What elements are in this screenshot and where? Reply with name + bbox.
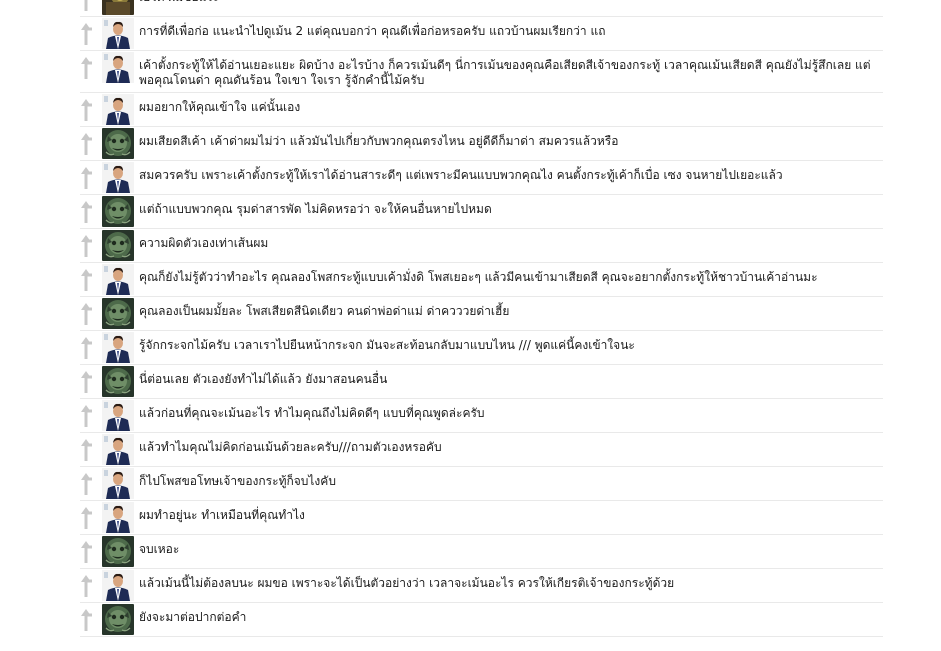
comment-text: จบเหอะ [139,542,180,556]
reply-arrow-icon[interactable] [80,198,98,224]
comment-text: ก็ไปโพสขอโทษเจ้าของกระทู้ก็จบไงคับ [139,474,336,488]
reply-arrow-icon[interactable] [80,368,98,394]
comment-row: การที่ดีเพื่อก่อ แนะนำไปดูเม้น 2 แต่คุณบ… [80,17,883,51]
avatar[interactable] [102,604,134,635]
comment-row: แล้วทำไมคุณไม่คิดก่อนเม้นด้วยละครับ///ถา… [80,433,883,467]
reply-arrow-icon[interactable] [80,606,98,632]
avatar[interactable] [102,196,134,227]
comment-text: ความผิดตัวเองเท่าเส้นผม [139,236,269,250]
avatar[interactable] [102,366,134,397]
comment-row: ผมเสียดสีเค้า เค้าด่าผมไม่ว่า แล้วมันไปเ… [80,127,883,161]
avatar[interactable] [102,332,134,363]
avatar[interactable] [102,264,134,295]
avatar[interactable] [102,468,134,499]
comment-text: คุณลองเป็นผมมั้ยละ โพสเสียดสีนิดเดียว คน… [139,304,510,318]
comment-text: แล้วเม้นนี้ไม่ต้องลบนะ ผมขอ เพราะจะได้เป… [139,576,675,590]
comment-row: รู้จักกระจกไม้ครับ เวลาเราไปยืนหน้ากระจก… [80,331,883,365]
comment-row: ผมทำอยู่นะ ทำเหมือนที่คุณทำไง [80,501,883,535]
reply-arrow-icon[interactable] [80,538,98,564]
comment-text: เค้าตั้งกระทู้ให้ได้อ่านเยอะแยะ ผิดบ้าง … [139,58,871,87]
comment-text: รู้จักกระจกไม้ครับ เวลาเราไปยืนหน้ากระจก… [139,338,635,352]
comment-row: ยังจะมาต่อปากต่อคำ [80,603,883,637]
comment-text: คุณก็ยังไม่รู้ตัวว่าทำอะไร คุณลองโพสกระท… [139,270,818,284]
reply-arrow-icon[interactable] [80,572,98,598]
avatar[interactable] [102,434,134,465]
comment-text: แล้วก่อนที่คุณจะเม้นอะไร ทำไมคุณถึงไม่คิ… [139,406,485,420]
comment-text: เอโต้ ผมขอแระ [139,0,879,5]
comment-row: แต่ถ้าแบบพวกคุณ รุมด่าสารพัด ไม่คิดหรอว่… [80,195,883,229]
comment-row: แล้วก่อนที่คุณจะเม้นอะไร ทำไมคุณถึงไม่คิ… [80,399,883,433]
reply-arrow-icon[interactable] [80,54,98,80]
comment-text: การที่ดีเพื่อก่อ แนะนำไปดูเม้น 2 แต่คุณบ… [139,24,606,38]
reply-arrow-icon[interactable] [80,0,98,12]
reply-arrow-icon[interactable] [80,130,98,156]
reply-arrow-icon[interactable] [80,300,98,326]
avatar[interactable] [102,536,134,567]
reply-arrow-icon[interactable] [80,402,98,428]
reply-arrow-icon[interactable] [80,266,98,292]
avatar[interactable] [102,570,134,601]
comment-text: นี่ต่อนเลย ตัวเองยังทำไม่ได้แล้ว ยังมาสอ… [139,372,388,386]
avatar[interactable] [102,298,134,329]
comment-row: ความผิดตัวเองเท่าเส้นผม [80,229,883,263]
reply-arrow-icon[interactable] [80,96,98,122]
avatar[interactable] [102,502,134,533]
comment-thread: เอโต้ ผมขอแระการที่ดีเพื่อก่อ แนะนำไปดูเ… [80,0,883,637]
comment-text: แล้วทำไมคุณไม่คิดก่อนเม้นด้วยละครับ///ถา… [139,440,442,454]
avatar[interactable] [102,400,134,431]
reply-arrow-icon[interactable] [80,470,98,496]
reply-arrow-icon[interactable] [80,436,98,462]
comment-row: คุณก็ยังไม่รู้ตัวว่าทำอะไร คุณลองโพสกระท… [80,263,883,297]
comment-text: ผมอยากให้คุณเข้าใจ แค่นั้นเอง [139,100,301,114]
comment-row: เอโต้ ผมขอแระ [80,0,883,17]
comment-row: ผมอยากให้คุณเข้าใจ แค่นั้นเอง [80,93,883,127]
comment-text: ผมเสียดสีเค้า เค้าด่าผมไม่ว่า แล้วมันไปเ… [139,134,619,148]
comment-row: จบเหอะ [80,535,883,569]
avatar[interactable] [102,52,134,83]
avatar[interactable] [102,128,134,159]
avatar[interactable] [102,0,134,15]
reply-arrow-icon[interactable] [80,164,98,190]
comment-row: นี่ต่อนเลย ตัวเองยังทำไม่ได้แล้ว ยังมาสอ… [80,365,883,399]
comment-row: คุณลองเป็นผมมั้ยละ โพสเสียดสีนิดเดียว คน… [80,297,883,331]
avatar[interactable] [102,230,134,261]
comment-text: แต่ถ้าแบบพวกคุณ รุมด่าสารพัด ไม่คิดหรอว่… [139,202,492,216]
avatar[interactable] [102,162,134,193]
reply-arrow-icon[interactable] [80,334,98,360]
reply-arrow-icon[interactable] [80,20,98,46]
comment-text: สมควรครับ เพราะเค้าตั้งกระทู้ให้เราได้อ่… [139,168,783,182]
comment-row: ก็ไปโพสขอโทษเจ้าของกระทู้ก็จบไงคับ [80,467,883,501]
reply-arrow-icon[interactable] [80,504,98,530]
comment-row: เค้าตั้งกระทู้ให้ได้อ่านเยอะแยะ ผิดบ้าง … [80,51,883,93]
avatar[interactable] [102,94,134,125]
comment-text: ยังจะมาต่อปากต่อคำ [139,610,247,624]
avatar[interactable] [102,18,134,49]
comment-text: ผมทำอยู่นะ ทำเหมือนที่คุณทำไง [139,508,305,522]
comment-row: แล้วเม้นนี้ไม่ต้องลบนะ ผมขอ เพราะจะได้เป… [80,569,883,603]
comment-row: สมควรครับ เพราะเค้าตั้งกระทู้ให้เราได้อ่… [80,161,883,195]
reply-arrow-icon[interactable] [80,232,98,258]
